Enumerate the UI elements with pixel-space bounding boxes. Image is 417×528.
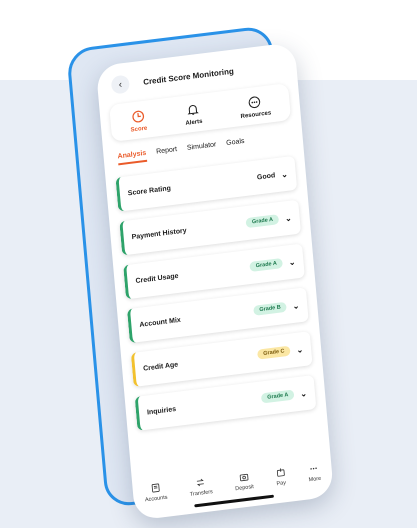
nav-transfers-label: Transfers	[189, 489, 214, 498]
card-label: Score Rating	[127, 184, 172, 197]
nav-transfers[interactable]: Transfers	[189, 476, 214, 498]
chevron-down-icon: ⌄	[299, 388, 308, 399]
phone-mockup: ‹ Credit Score Monitoring Score Alerts R…	[42, 17, 335, 521]
chevron-down-icon: ⌄	[292, 300, 300, 311]
grade-badge: Grade A	[260, 389, 295, 404]
nav-accounts-label: Accounts	[144, 494, 168, 504]
accounts-icon	[151, 483, 160, 493]
bell-icon	[187, 104, 199, 115]
card-label: Account Mix	[139, 316, 182, 329]
nav-deposit[interactable]: Deposit	[234, 471, 254, 492]
card-label: Credit Usage	[135, 272, 179, 285]
phone-screen: ‹ Credit Score Monitoring Score Alerts R…	[95, 42, 335, 521]
resources-icon	[249, 96, 261, 109]
nav-accounts[interactable]: Accounts	[144, 482, 168, 504]
chevron-left-icon: ‹	[118, 78, 123, 91]
back-button[interactable]: ‹	[110, 74, 131, 95]
screen-title: Credit Score Monitoring	[142, 66, 235, 87]
tab-score-label: Score	[130, 125, 148, 134]
transfers-icon	[196, 478, 204, 487]
subtab-report[interactable]: Report	[156, 146, 178, 161]
grade-badge: Grade A	[245, 214, 280, 229]
tab-resources[interactable]: Resources	[239, 93, 271, 120]
nav-more[interactable]: More	[307, 463, 321, 483]
grade-badge: Grade C	[256, 345, 291, 360]
deposit-icon	[239, 473, 248, 482]
nav-more-label: More	[308, 475, 322, 484]
grade-badge: Grade A	[249, 257, 284, 272]
more-icon	[310, 467, 318, 470]
bottom-nav: Accounts Transfers Deposit Pay More	[132, 461, 332, 504]
card-label: Payment History	[131, 226, 187, 241]
chevron-down-icon: ⌄	[284, 213, 293, 223]
subtab-analysis[interactable]: Analysis	[117, 149, 148, 166]
score-icon	[131, 110, 144, 123]
tab-resources-label: Resources	[240, 110, 272, 121]
nav-pay[interactable]: Pay	[275, 467, 287, 487]
tab-alerts[interactable]: Alerts	[184, 102, 203, 127]
tab-alerts-label: Alerts	[185, 118, 203, 127]
pay-icon	[276, 468, 285, 477]
score-factor-list: Score Rating Good ⌄ Payment History Grad…	[105, 147, 326, 432]
score-rating-value: Good	[256, 171, 276, 181]
chevron-down-icon: ⌄	[296, 344, 304, 355]
card-label: Credit Age	[142, 360, 179, 373]
nav-pay-label: Pay	[276, 480, 287, 488]
subtab-simulator[interactable]: Simulator	[187, 141, 217, 157]
chevron-down-icon: ⌄	[280, 169, 289, 180]
chevron-down-icon: ⌄	[288, 256, 296, 267]
nav-deposit-label: Deposit	[235, 484, 255, 493]
tab-score[interactable]: Score	[129, 109, 148, 134]
card-label: Inquiries	[146, 405, 177, 417]
grade-badge: Grade B	[253, 301, 288, 316]
subtab-goals[interactable]: Goals	[226, 138, 245, 152]
